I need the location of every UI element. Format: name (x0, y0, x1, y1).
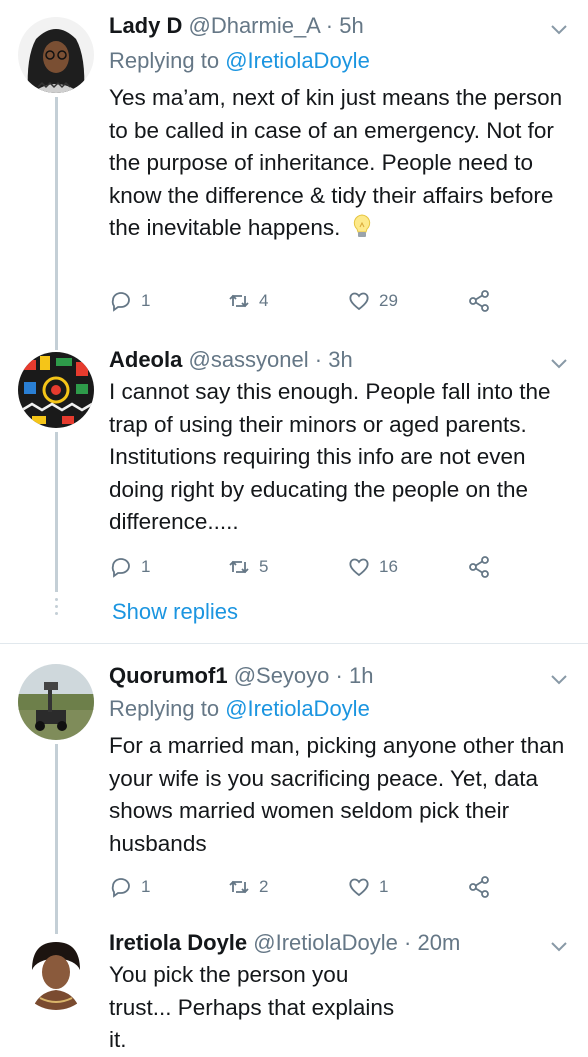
retweet-count: 4 (259, 291, 269, 310)
retweet-count: 2 (259, 877, 269, 896)
like-button[interactable]: 29 (347, 286, 398, 316)
user-handle[interactable]: @Dharmie_A (188, 13, 319, 38)
replying-to: Replying to @IretiolaDoyle (109, 695, 370, 723)
thread-line (55, 744, 58, 926)
reply-button[interactable]: 1 (109, 552, 150, 582)
tweet-actions: 1 4 29 (109, 286, 509, 316)
chevron-down-icon[interactable] (548, 18, 570, 40)
retweet-button[interactable]: 2 (227, 872, 268, 902)
separator-dot: · (404, 930, 412, 955)
tweet-body: Yes ma’am, next of kin just means the pe… (109, 85, 563, 240)
retweet-icon (229, 880, 249, 894)
user-handle[interactable]: @sassyonel (188, 347, 308, 372)
user-handle[interactable]: @IretiolaDoyle (253, 930, 398, 955)
heart-icon (349, 292, 369, 311)
chevron-down-icon[interactable] (548, 352, 570, 374)
tweet-header: Iretiola Doyle @IretiolaDoyle · 20m (109, 929, 460, 957)
reply-count: 1 (141, 877, 151, 896)
display-name[interactable]: Adeola (109, 347, 182, 372)
share-icon (469, 556, 489, 578)
display-name[interactable]: Quorumof1 (109, 663, 228, 688)
reply-button[interactable]: 1 (109, 286, 150, 316)
share-icon (469, 876, 489, 898)
separator-dot: · (335, 663, 343, 688)
tweet-text: For a married man, picking anyone other … (109, 733, 565, 856)
heart-icon (349, 558, 369, 577)
reply-icon (111, 558, 130, 578)
thread-line (55, 432, 58, 592)
tweet-actions: 1 2 1 (109, 872, 509, 902)
user-handle[interactable]: @Seyoyo (234, 663, 330, 688)
retweet-icon (229, 560, 249, 574)
avatar[interactable] (18, 664, 94, 740)
reply-icon (111, 292, 130, 312)
avatar[interactable] (18, 17, 94, 93)
reply-button[interactable]: 1 (109, 872, 150, 902)
reply-count: 1 (141, 557, 151, 576)
retweet-icon (229, 294, 249, 308)
separator-dot: · (314, 347, 323, 372)
share-icon (469, 290, 489, 312)
tweet-lady-d[interactable]: Lady D @Dharmie_A · 5h Replying to @Iret… (0, 0, 588, 340)
show-replies-link[interactable]: Show replies (112, 598, 238, 626)
timestamp[interactable]: 20m (417, 930, 460, 955)
tweet-text: Yes ma’am, next of kin just means the pe… (109, 82, 569, 245)
thread-line (55, 97, 58, 340)
reply-icon (111, 878, 130, 898)
retweet-count: 5 (259, 557, 269, 576)
timestamp[interactable]: 1h (349, 663, 373, 688)
retweet-button[interactable]: 5 (227, 552, 268, 582)
thread-continuation-dots (55, 598, 58, 619)
display-name[interactable]: Iretiola Doyle (109, 930, 247, 955)
like-button[interactable]: 16 (347, 552, 398, 582)
tweet-actions: 1 5 16 (109, 552, 509, 582)
tweet-quorumof1[interactable]: Quorumof1 @Seyoyo · 1h Replying to @Iret… (0, 644, 588, 926)
timestamp[interactable]: 3h (328, 347, 352, 372)
reply-count: 1 (141, 291, 151, 310)
share-button[interactable] (467, 552, 491, 582)
share-button[interactable] (467, 872, 491, 902)
like-count: 16 (379, 557, 398, 576)
avatar[interactable] (18, 352, 94, 428)
tweet-header: Adeola @sassyonel · 3h (109, 346, 353, 374)
tweet-header: Quorumof1 @Seyoyo · 1h (109, 662, 373, 690)
lightbulb-icon (353, 214, 370, 237)
avatar[interactable] (18, 934, 94, 1010)
share-button[interactable] (467, 286, 491, 316)
timestamp[interactable]: 5h (339, 13, 363, 38)
like-count: 29 (379, 291, 398, 310)
like-count: 1 (379, 877, 389, 896)
replying-to: Replying to @IretiolaDoyle (109, 47, 370, 75)
tweet-text: You pick the person you trust... Perhaps… (109, 962, 395, 1052)
tweet-text: I cannot say this enough. People fall in… (109, 379, 551, 534)
replying-to-label: Replying to (109, 696, 226, 721)
tweet-header: Lady D @Dharmie_A · 5h (109, 12, 364, 40)
chevron-down-icon[interactable] (548, 935, 570, 957)
heart-icon (349, 878, 369, 897)
mention-link[interactable]: @IretiolaDoyle (225, 48, 370, 73)
tweet-iretiola-doyle[interactable]: Iretiola Doyle @IretiolaDoyle · 20m You … (0, 926, 588, 1052)
mention-link[interactable]: @IretiolaDoyle (225, 696, 370, 721)
thread-line (55, 340, 58, 350)
retweet-button[interactable]: 4 (227, 286, 268, 316)
thread-line (55, 926, 58, 934)
separator-dot: · (325, 13, 334, 38)
chevron-down-icon[interactable] (548, 668, 570, 690)
replying-to-label: Replying to (109, 48, 226, 73)
display-name[interactable]: Lady D (109, 13, 182, 38)
tweet-adeola[interactable]: Adeola @sassyonel · 3h I cannot say this… (0, 340, 588, 642)
like-button[interactable]: 1 (347, 872, 388, 902)
